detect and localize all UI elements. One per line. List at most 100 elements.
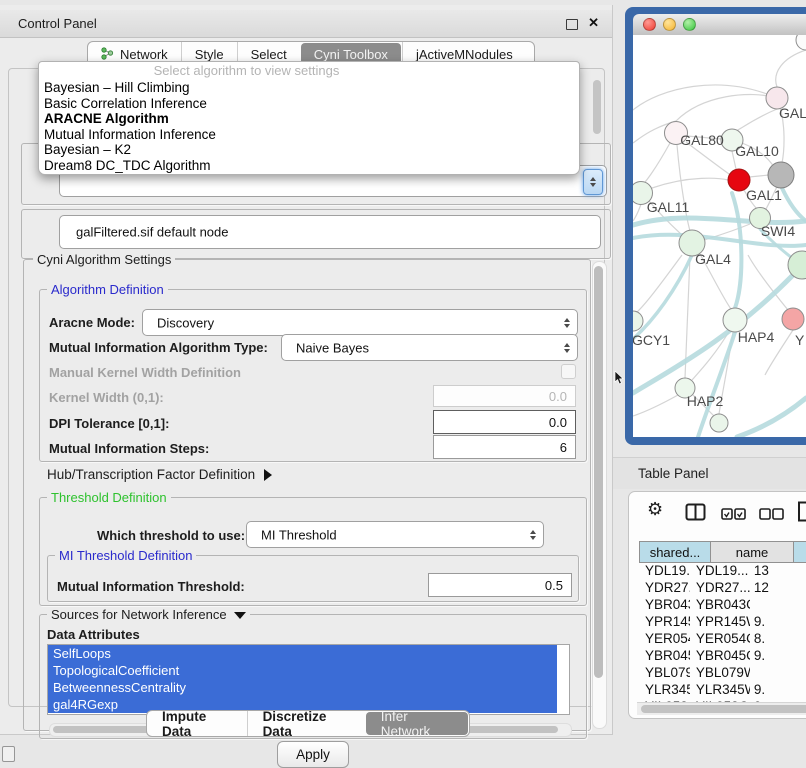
combo-arrows-icon [564,343,570,353]
control-panel: galFiltered.sif default node Cyni Algori… [0,5,613,735]
network-edge[interactable] [633,395,678,416]
settings-scrollbar-thumb[interactable] [594,266,603,678]
network-edge[interactable] [734,109,777,132]
mi-threshold-field[interactable]: 0.5 [428,573,572,597]
table-row[interactable]: YER054CYER054C8. [639,631,806,648]
expand-right-icon[interactable] [264,469,272,481]
combo-arrows-icon [564,318,570,328]
which-threshold-label: Which threshold to use: [97,528,245,543]
algorithm-option[interactable]: Bayesian – Hill Climbing [39,80,579,96]
kernel-width-field[interactable]: 0.0 [433,385,576,407]
network-edge[interactable] [776,50,806,87]
select-all-checked-icon[interactable] [721,507,746,525]
dpi-tolerance-field[interactable]: 0.0 [433,410,576,434]
mi-steps-field[interactable]: 6 [433,435,576,459]
table-data-combo-value: galFiltered.sif default node [76,225,228,240]
attributes-scrollbar-thumb[interactable] [593,80,601,134]
network-edge[interactable] [633,85,777,110]
tab-label: Impute Data [162,709,232,739]
node-gray[interactable] [768,162,794,188]
table-cell: 9. [750,614,806,631]
hub-section-toggle[interactable]: Hub/Transcription Factor Definition [47,467,272,482]
network-window-titlebar[interactable] [633,14,806,36]
table-column-header[interactable]: name [710,542,793,562]
algorithm-option[interactable]: Mutual Information Inference [39,127,579,143]
which-threshold-combo[interactable]: MI Threshold [246,521,544,548]
hub-section-label: Hub/Transcription Factor Definition [47,467,255,482]
algorithm-option[interactable]: ARACNE Algorithm [39,111,579,127]
table-row[interactable]: YDR27...YDR27...12 [639,580,806,597]
algorithm-option[interactable]: Dream8 DC_TDC Algorithm [39,158,579,174]
algorithm-option[interactable]: Basic Correlation Inference [39,96,579,112]
minimized-panel-icon[interactable] [2,746,15,762]
tab-label: Infer Network [381,709,453,739]
settings-scrollbar[interactable] [592,261,607,729]
split-columns-icon[interactable] [685,503,706,526]
data-attribute-item[interactable]: TopologicalCoefficient [48,662,557,679]
network-edge-thick[interactable] [782,188,806,221]
algorithm-dropdown-prompt: Select algorithm to view settings [39,62,579,80]
which-threshold-value: MI Threshold [261,527,337,542]
network-edge[interactable] [652,178,728,188]
table-data-combo[interactable]: galFiltered.sif default node [59,215,601,249]
network-edge-thick[interactable] [732,193,741,308]
manual-kernel-checkbox[interactable] [561,364,576,379]
table-header-row: shared...name [639,541,806,563]
document-icon[interactable] [797,501,806,527]
network-edge[interactable] [642,143,670,185]
table-cell: YBL079W [639,665,690,682]
gear-icon[interactable]: ⚙ [647,499,663,520]
data-attribute-item[interactable]: SelfLoops [48,645,557,662]
network-edge[interactable] [676,95,777,121]
table-row[interactable]: YBR045CYBR045C9. [639,648,806,665]
data-attributes-list[interactable]: SelfLoopsTopologicalCoefficientBetweenne… [47,644,570,715]
network-edge-thick[interactable] [634,255,692,338]
network-graph[interactable]: GALGAL80GAL10GAL1GAL11SWI4GAL4GCY1HAP4YH… [633,35,806,437]
node-gcy1[interactable] [633,311,643,331]
mi-type-combo[interactable]: Naive Bayes [281,334,578,361]
table-hscrollbar[interactable] [637,702,806,715]
aracne-mode-combo[interactable]: Discovery [142,309,578,336]
algorithm-option[interactable]: Bayesian – K2 [39,142,579,158]
collapse-down-icon[interactable] [234,612,246,619]
table-column-header[interactable]: shared... [640,542,710,562]
table-cell [750,597,806,614]
table-row[interactable]: YPR145WYPR145W9. [639,614,806,631]
table-hscrollbar-thumb[interactable] [641,705,806,713]
network-edge-thick[interactable] [737,398,806,437]
network-canvas[interactable]: GALGAL80GAL10GAL1GAL11SWI4GAL4GCY1HAP4YH… [633,35,806,437]
network-edge[interactable] [749,175,769,177]
apply-button[interactable]: Apply [277,741,349,768]
tab-label: Cyni Toolbox [314,47,388,62]
combo-stepper-icon[interactable] [583,169,603,195]
table-row[interactable]: YBL079WYBL079W [639,665,806,682]
table-cell: 12 [750,580,806,597]
tab-impute-data[interactable]: Impute Data [147,711,247,736]
sources-toggle[interactable]: Sources for Network Inference [47,607,250,622]
node-bottom[interactable] [710,414,728,432]
tab-infer-network[interactable]: Infer Network [366,712,468,735]
node-pink-right[interactable] [782,308,804,330]
data-attribute-item[interactable]: BetweennessCentrality [48,679,557,696]
zoom-traffic-light-icon[interactable] [683,18,696,31]
node-partial-top[interactable] [796,35,806,50]
table-panel: ⚙ shared...name YDL19...YDL19...13YDR27.… [628,491,806,719]
node-label-HAP4: HAP4 [738,329,775,345]
close-icon[interactable]: ✕ [588,15,599,31]
node-label-GAL80: GAL80 [680,132,724,148]
table-column-header[interactable] [793,542,806,562]
close-traffic-light-icon[interactable] [643,18,656,31]
select-none-unchecked-icon[interactable] [759,507,784,525]
table-row[interactable]: YDL19...YDL19...13 [639,563,806,580]
table-panel-title: Table Panel [638,466,709,481]
table-row[interactable]: YBR043CYBR043C [639,597,806,614]
tab-discretize-data[interactable]: Discretize Data [247,711,365,736]
table-cell: 8. [750,631,806,648]
minimize-traffic-light-icon[interactable] [663,18,676,31]
table-cell: 9. [750,648,806,665]
network-edge[interactable] [633,204,641,221]
float-window-icon[interactable] [566,19,578,30]
table-cell: YBR045C [639,648,690,665]
table-row[interactable]: YLR345WYLR345W9. [639,682,806,699]
node-label-GAL: GAL [779,105,806,121]
